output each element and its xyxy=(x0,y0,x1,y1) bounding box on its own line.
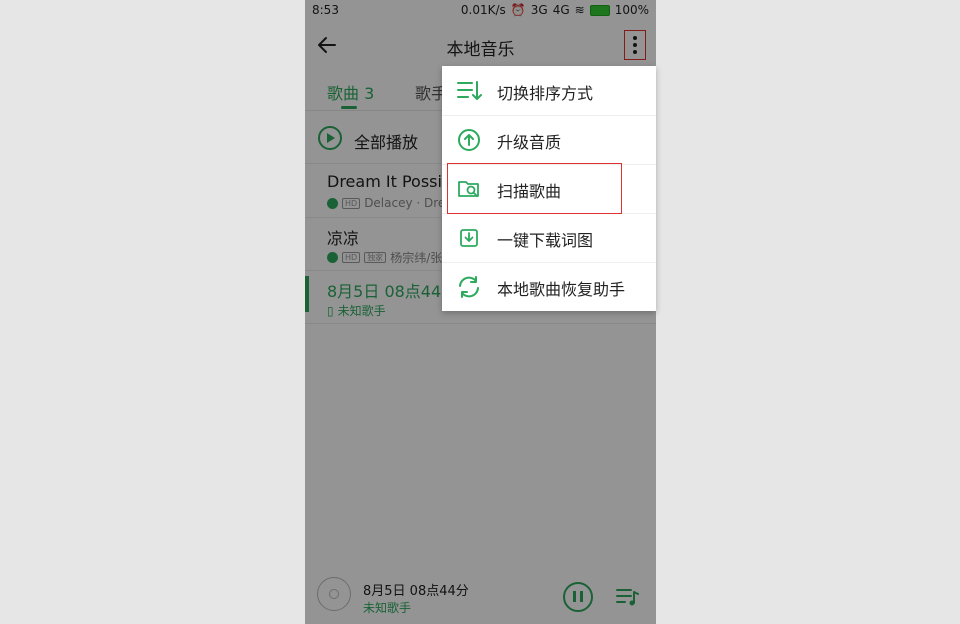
restore-icon xyxy=(459,276,479,298)
menu-item-upgrade-quality[interactable]: 升级音质 xyxy=(442,115,656,165)
upgrade-quality-icon xyxy=(458,129,480,151)
menu-label: 一键下载词图 xyxy=(497,231,594,250)
scan-songs-highlight-box xyxy=(447,163,622,214)
menu-item-sort[interactable]: 切换排序方式 xyxy=(442,66,656,116)
menu-label: 升级音质 xyxy=(497,133,562,152)
sort-icon xyxy=(457,81,482,100)
menu-item-restore-helper[interactable]: 本地歌曲恢复助手 xyxy=(442,262,656,311)
download-icon xyxy=(460,229,478,247)
menu-label: 切换排序方式 xyxy=(497,84,594,103)
menu-item-download-lyrics[interactable]: 一键下载词图 xyxy=(442,213,656,263)
menu-label: 本地歌曲恢复助手 xyxy=(497,280,626,299)
